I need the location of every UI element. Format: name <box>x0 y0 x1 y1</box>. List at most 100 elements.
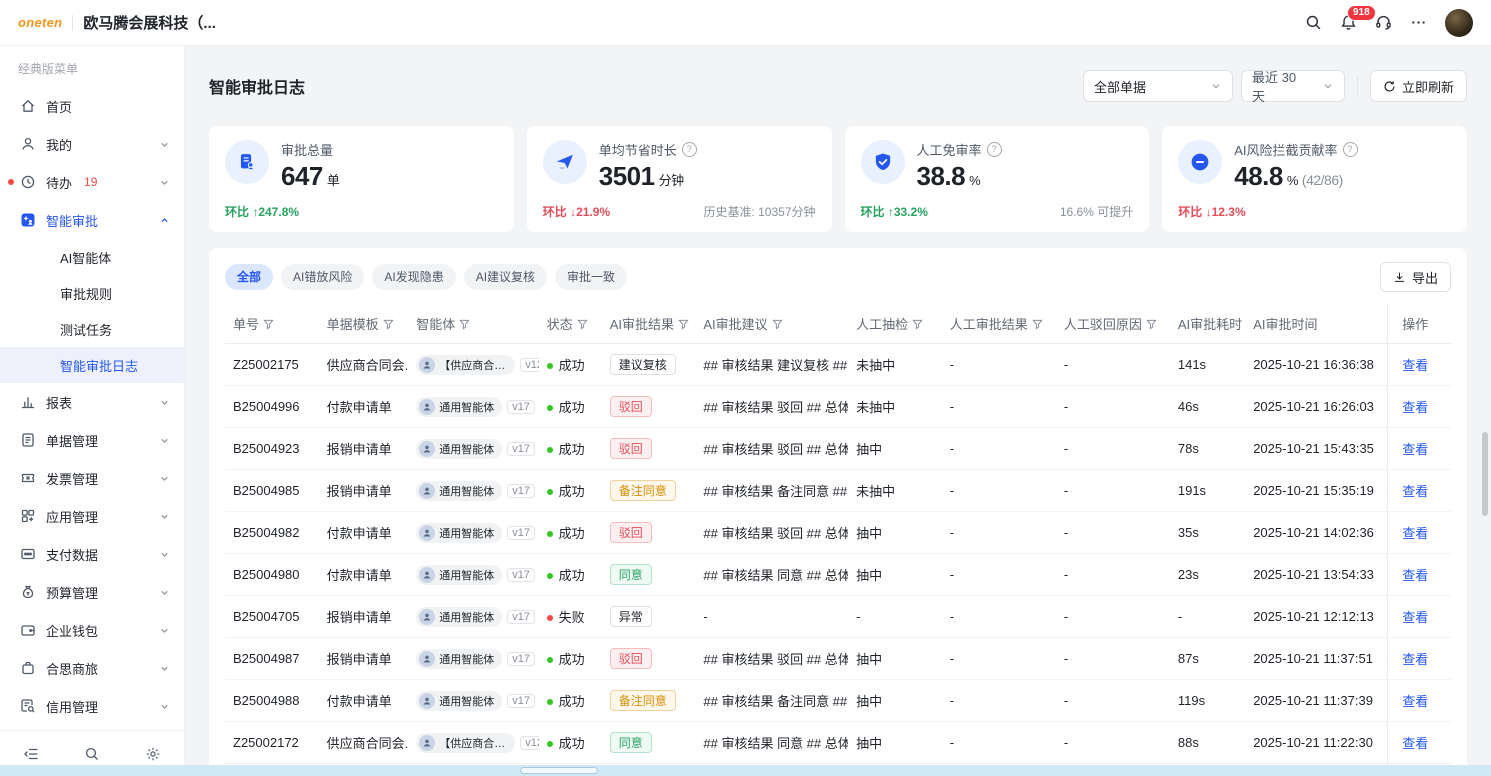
status-dot <box>547 615 553 621</box>
view-link[interactable]: 查看 <box>1402 610 1428 625</box>
agent-avatar-icon <box>419 399 435 415</box>
settings-gear-icon[interactable] <box>145 746 161 762</box>
view-link[interactable]: 查看 <box>1402 694 1428 709</box>
trend-value: 环比 ↓21.9% <box>543 203 610 220</box>
table-row: Z25002175 供应商合同会... 【供应商合同...v12 成功 建议复核… <box>225 344 1451 386</box>
view-link[interactable]: 查看 <box>1402 526 1428 541</box>
card-extra: 历史基准: 10357分钟 <box>703 203 815 220</box>
date-range-select[interactable]: 最近 30 天 <box>1241 70 1345 102</box>
cell-manual-sampling: 未抽中 <box>848 344 942 386</box>
ticket-icon <box>20 470 36 486</box>
user-avatar[interactable] <box>1445 9 1473 37</box>
bar-chart-icon <box>20 394 36 410</box>
refresh-button[interactable]: 立即刷新 <box>1370 70 1467 102</box>
card-unit: % <box>1287 173 1298 188</box>
chevron-down-icon <box>159 587 170 598</box>
sidebar-item-payment-data[interactable]: 支付数据 <box>0 535 184 573</box>
cell-ai-duration: 78s <box>1170 428 1245 470</box>
more-icon[interactable] <box>1410 14 1427 31</box>
notification-bell-icon[interactable]: 918 <box>1340 14 1357 31</box>
sidebar-subitem-approval-log[interactable]: 智能审批日志 <box>0 347 184 383</box>
view-link[interactable]: 查看 <box>1402 358 1428 373</box>
vertical-scrollbar-thumb[interactable] <box>1482 432 1488 516</box>
cell-manual-result: - <box>942 554 1056 596</box>
chevron-down-icon <box>159 139 170 150</box>
sidebar-subitem-approval-rules[interactable]: 审批规则 <box>0 275 184 311</box>
sidebar-item-invoice-mgmt[interactable]: 发票管理 <box>0 459 184 497</box>
cell-ai-result: 驳回 <box>602 428 696 470</box>
filter-chip[interactable]: 审批一致 <box>555 264 627 290</box>
cell-ai-duration: 23s <box>1170 554 1245 596</box>
export-button[interactable]: 导出 <box>1380 262 1451 292</box>
filter-funnel-icon[interactable] <box>577 319 588 330</box>
ai-result-badge: 驳回 <box>610 522 652 543</box>
filter-funnel-icon[interactable] <box>1032 319 1043 330</box>
card-label: 审批总量 <box>281 140 333 159</box>
cell-template: 供应商合同会... <box>319 344 409 386</box>
filter-chip[interactable]: AI错放风险 <box>281 264 364 290</box>
cell-manual-result: - <box>942 428 1056 470</box>
help-icon[interactable]: ? <box>987 142 1002 157</box>
filter-chip[interactable]: 全部 <box>225 264 273 290</box>
view-link[interactable]: 查看 <box>1402 484 1428 499</box>
cell-ai-result: 驳回 <box>602 512 696 554</box>
search-icon[interactable] <box>1305 14 1322 31</box>
collapse-sidebar-icon[interactable] <box>23 746 39 762</box>
sidebar-item-home[interactable]: 首页 <box>0 87 184 125</box>
filter-funnel-icon[interactable] <box>263 319 274 330</box>
help-icon[interactable]: ? <box>1343 142 1358 157</box>
cell-agent: 通用智能体v17 <box>408 512 538 554</box>
sidebar-item-travel[interactable]: 合思商旅 <box>0 649 184 687</box>
filter-funnel-icon[interactable] <box>772 319 783 330</box>
sidebar-item-budget-mgmt[interactable]: 预算管理 <box>0 573 184 611</box>
sidebar-item-app-mgmt[interactable]: 应用管理 <box>0 497 184 535</box>
view-link[interactable]: 查看 <box>1402 568 1428 583</box>
cell-manual-sampling: 未抽中 <box>848 470 942 512</box>
paper-plane-icon <box>543 140 587 184</box>
filter-funnel-icon[interactable] <box>912 319 923 330</box>
refresh-icon <box>1383 80 1396 93</box>
sidebar-subitem-ai-agent[interactable]: AI智能体 <box>0 239 184 275</box>
cell-ai-result: 同意 <box>602 554 696 596</box>
sidebar-item-credit-mgmt[interactable]: 信用管理 <box>0 687 184 725</box>
headset-icon[interactable] <box>1375 14 1392 31</box>
column-header: 人工抽检 <box>848 304 942 344</box>
cell-ai-duration: 35s <box>1170 512 1245 554</box>
view-link[interactable]: 查看 <box>1402 442 1428 457</box>
help-icon[interactable]: ? <box>682 142 697 157</box>
sidebar-item-doc-mgmt[interactable]: 单据管理 <box>0 421 184 459</box>
table-row: B25004987 报销申请单 通用智能体v17 成功 驳回 ## 审核结果 驳… <box>225 638 1451 680</box>
cell-ai-result: 驳回 <box>602 638 696 680</box>
filter-funnel-icon[interactable] <box>383 319 394 330</box>
bills-filter-select[interactable]: 全部单据 <box>1083 70 1233 102</box>
sidebar-item-mine[interactable]: 我的 <box>0 125 184 163</box>
view-link[interactable]: 查看 <box>1402 400 1428 415</box>
status-label: 成功 <box>559 526 585 541</box>
filter-chip[interactable]: AI发现隐患 <box>372 264 455 290</box>
filter-funnel-icon[interactable] <box>1146 319 1157 330</box>
sidebar-search-icon[interactable] <box>84 746 100 762</box>
company-title[interactable]: 欧马腾会展科技（... <box>83 12 216 33</box>
table-row: B25004982 付款申请单 通用智能体v17 成功 驳回 ## 审核结果 驳… <box>225 512 1451 554</box>
table-row: B25004923 报销申请单 通用智能体v17 成功 驳回 ## 审核结果 驳… <box>225 428 1451 470</box>
filter-funnel-icon[interactable] <box>459 319 470 330</box>
horizontal-scrollbar-thumb[interactable] <box>520 767 598 774</box>
status-dot <box>547 405 553 411</box>
sidebar-item-smart-approval[interactable]: 智能审批 <box>0 201 184 239</box>
ai-result-badge: 同意 <box>610 564 652 585</box>
sidebar-item-label: 待办 <box>46 173 72 192</box>
view-link[interactable]: 查看 <box>1402 736 1428 751</box>
view-link[interactable]: 查看 <box>1402 652 1428 667</box>
column-label: 人工审批结果 <box>950 317 1028 332</box>
cell-ai-duration: 119s <box>1170 680 1245 722</box>
clock-icon <box>20 174 36 190</box>
filter-chip[interactable]: AI建议复核 <box>464 264 547 290</box>
sidebar-item-report[interactable]: 报表 <box>0 383 184 421</box>
sidebar-item-todo[interactable]: 待办 19 <box>0 163 184 201</box>
sidebar-item-wallet[interactable]: 企业钱包 <box>0 611 184 649</box>
cell-agent: 通用智能体v17 <box>408 596 538 638</box>
sidebar-subitem-test-tasks[interactable]: 测试任务 <box>0 311 184 347</box>
smart-approval-icon <box>20 212 36 228</box>
horizontal-scrollbar-track[interactable] <box>0 765 1491 776</box>
filter-funnel-icon[interactable] <box>678 319 689 330</box>
